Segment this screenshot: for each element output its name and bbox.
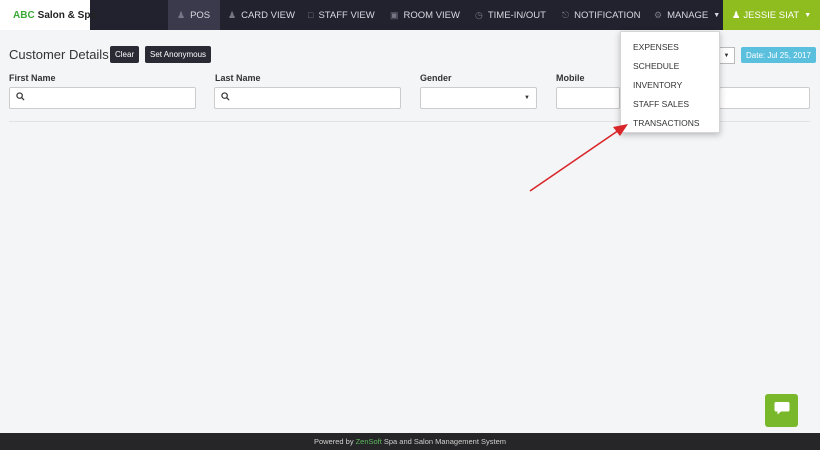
chat-button[interactable] xyxy=(765,394,798,427)
footer: Powered by ZenSoft Spa and Salon Managem… xyxy=(0,433,820,450)
footer-suffix: Spa and Salon Management System xyxy=(383,437,507,446)
footer-brand-link[interactable]: ZenSoft xyxy=(356,437,382,446)
chat-icon xyxy=(774,401,790,421)
footer-prefix: Powered by xyxy=(313,437,354,446)
annotation-arrow xyxy=(529,124,628,192)
